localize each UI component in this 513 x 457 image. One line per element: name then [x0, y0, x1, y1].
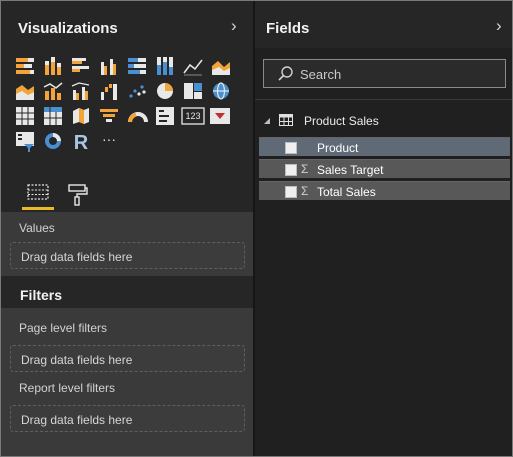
- field-name: Total Sales: [317, 185, 376, 199]
- table-icon: [279, 114, 293, 126]
- paint-roller-icon: [68, 184, 88, 206]
- line-clustered-column-icon[interactable]: [71, 82, 90, 100]
- filled-map-icon[interactable]: [73, 108, 89, 124]
- filters-title: Filters: [20, 287, 63, 303]
- area-chart-icon[interactable]: [212, 61, 230, 75]
- map-icon[interactable]: [213, 82, 229, 100]
- more-visuals-icon[interactable]: ···: [102, 131, 116, 147]
- collapse-visualizations-chevron-icon[interactable]: ›: [231, 17, 237, 34]
- sigma-icon: Σ: [301, 162, 309, 176]
- pie-chart-icon[interactable]: [157, 83, 173, 99]
- search-icon: [278, 66, 293, 81]
- gauge-icon[interactable]: [128, 112, 148, 123]
- field-checkbox[interactable]: [285, 186, 297, 198]
- field-name: Sales Target: [317, 163, 384, 177]
- table-name-label: Product Sales: [304, 114, 379, 128]
- visualizations-title: Visualizations: [18, 20, 118, 37]
- field-row-sales-target[interactable]: Σ Sales Target: [259, 159, 510, 178]
- stacked-column-icon[interactable]: [45, 57, 61, 75]
- clustered-column-icon[interactable]: [101, 59, 116, 75]
- line-column-icon[interactable]: [43, 82, 63, 100]
- more-visuals-label: ···: [102, 131, 116, 147]
- field-checkbox[interactable]: [285, 164, 297, 176]
- field-checkbox[interactable]: [285, 142, 297, 154]
- fields-search-input[interactable]: Search: [263, 59, 506, 88]
- kpi-icon[interactable]: [210, 108, 230, 124]
- card-icon[interactable]: 123: [181, 107, 205, 125]
- donut-icon[interactable]: [45, 133, 61, 149]
- app-frame: Visualizations › 123 R ··· Values Drag d…: [0, 0, 513, 457]
- table-node-product-sales[interactable]: Product Sales: [255, 111, 512, 131]
- values-dropzone-text: Drag data fields here: [21, 250, 133, 264]
- treemap-icon[interactable]: [184, 83, 202, 99]
- report-level-filters-label: Report level filters: [19, 381, 116, 395]
- report-filters-dropzone-text: Drag data fields here: [21, 413, 133, 427]
- viz-icon-grid: 123 R ···: [16, 57, 230, 154]
- visualizations-pane: Visualizations › 123 R ··· Values Drag d…: [1, 1, 253, 456]
- page-filters-dropzone[interactable]: Drag data fields here: [10, 345, 245, 372]
- page-filters-dropzone-text: Drag data fields here: [21, 353, 133, 367]
- expand-triangle-icon[interactable]: [262, 116, 272, 126]
- field-name: Product: [317, 141, 359, 155]
- r-visual-label: R: [74, 132, 89, 154]
- table-icon[interactable]: [16, 107, 34, 125]
- funnel-icon[interactable]: [100, 109, 118, 122]
- collapse-fields-chevron-icon[interactable]: ›: [496, 17, 502, 34]
- svg-text:123: 123: [185, 111, 200, 121]
- visualizations-header: Visualizations ›: [1, 1, 253, 48]
- scatter-icon[interactable]: [129, 85, 146, 98]
- fields-pane: Fields › Search Product Sales Product Σ …: [255, 1, 512, 456]
- matrix-icon[interactable]: [44, 107, 62, 125]
- page-level-filters-label: Page level filters: [19, 321, 108, 335]
- values-dropzone[interactable]: Drag data fields here: [10, 242, 245, 269]
- stacked-area-icon[interactable]: [16, 85, 34, 100]
- tab-fields-wells[interactable]: [22, 179, 54, 210]
- field-row-product[interactable]: Product: [259, 137, 510, 156]
- 100pct-bar-icon[interactable]: [128, 58, 146, 74]
- multirow-card-icon[interactable]: [156, 107, 174, 125]
- search-placeholder: Search: [300, 67, 342, 82]
- field-row-total-sales[interactable]: Σ Total Sales: [259, 181, 510, 200]
- waterfall-icon[interactable]: [101, 84, 117, 100]
- fields-wells-icon: [27, 184, 49, 200]
- r-visual-icon[interactable]: R: [74, 132, 89, 154]
- clustered-bar-icon[interactable]: [72, 58, 89, 72]
- values-label: Values: [19, 221, 55, 235]
- stacked-bar-icon[interactable]: [16, 58, 34, 74]
- line-chart-icon[interactable]: [183, 59, 203, 76]
- 100pct-column-icon[interactable]: [157, 57, 173, 75]
- visualization-gallery: 123 R ···: [1, 48, 253, 177]
- slicer-icon[interactable]: [16, 132, 34, 152]
- report-filters-dropzone[interactable]: Drag data fields here: [10, 405, 245, 432]
- visualization-tabs: [1, 177, 253, 212]
- tab-format[interactable]: [62, 179, 94, 209]
- filters-header: Filters: [1, 276, 253, 308]
- fields-header: Fields ›: [255, 1, 512, 48]
- sigma-icon: Σ: [301, 184, 309, 198]
- fields-list-separator: [255, 99, 512, 100]
- fields-title: Fields: [266, 20, 310, 37]
